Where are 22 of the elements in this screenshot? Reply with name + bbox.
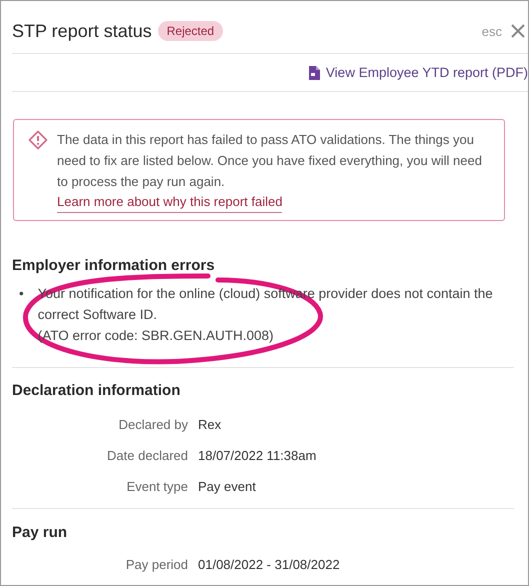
section-heading: Pay run <box>12 523 68 541</box>
field-value: 18/07/2022 11:38am <box>198 447 318 465</box>
field-label: Declared by <box>118 416 188 434</box>
field-value: 01/08/2022 - 31/08/2022 <box>198 556 341 574</box>
field-label: Pay period <box>124 556 188 574</box>
alert-message: The data in this report has failed to pass ATO validations. The things you need to fix are listed below. Once you have fixed everything, you will need to process the pay run again. <box>57 131 483 191</box>
document-icon <box>308 64 321 80</box>
dialog-title: STP report status <box>12 20 152 42</box>
warning-icon <box>28 130 48 150</box>
error-code: (ATO error code: SBR.GEN.AUTH.008) <box>38 327 275 345</box>
section-heading: Employer information errors <box>12 256 216 274</box>
field-value: Pay event <box>198 478 257 496</box>
learn-more-link[interactable]: Learn more about why this report failed <box>57 192 282 213</box>
esc-hint: esc <box>482 24 502 38</box>
field-label: Date declared <box>106 447 188 465</box>
section-heading: Declaration information <box>12 381 182 399</box>
field-label: Event type <box>126 478 188 496</box>
bullet: • <box>19 285 24 303</box>
pdf-report-link[interactable]: View Employee YTD report (PDF) <box>308 64 528 80</box>
close-icon[interactable] <box>510 23 526 39</box>
field-value: Rex <box>198 416 222 434</box>
status-badge: Rejected <box>158 21 224 41</box>
